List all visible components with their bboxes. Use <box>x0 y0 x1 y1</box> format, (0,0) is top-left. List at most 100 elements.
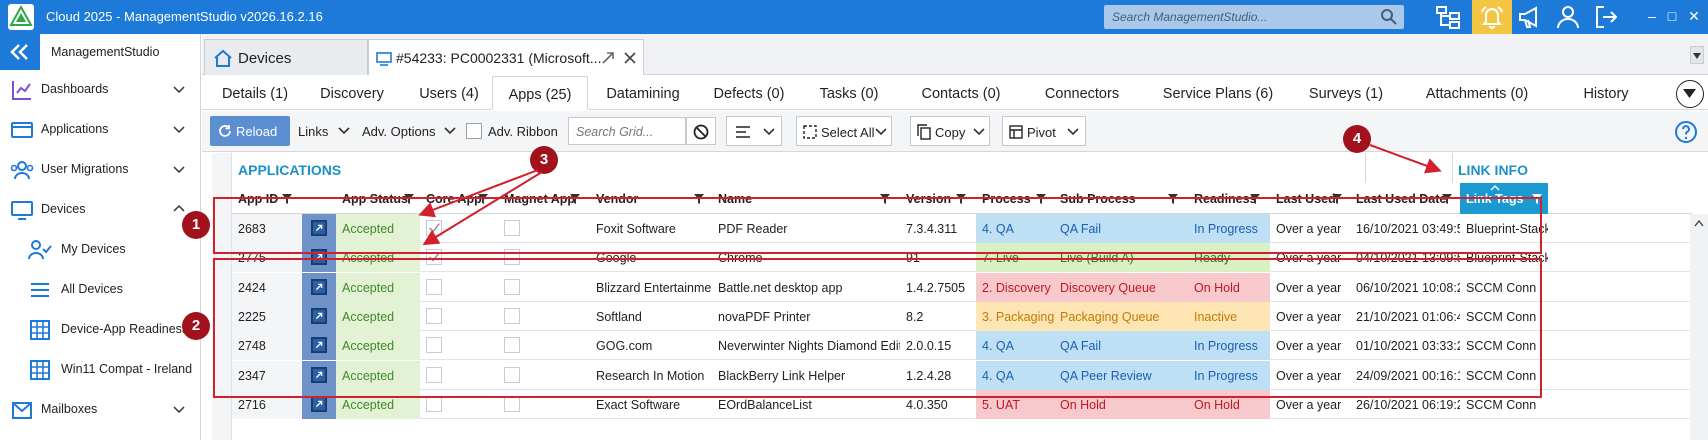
sidebar-item-label: Mailboxes <box>41 402 98 416</box>
chevron-down-icon <box>173 86 185 94</box>
clear-search-button[interactable] <box>686 117 716 145</box>
open-external-icon <box>311 395 327 412</box>
magnet-app-checkbox[interactable] <box>504 395 520 412</box>
dashboards-icon <box>12 81 31 100</box>
tab-service-plans[interactable]: Service Plans (6) <box>1148 76 1288 110</box>
chevron-up-icon <box>173 204 185 212</box>
column-group-row: APPLICATIONS LINK INFO <box>202 153 1708 183</box>
home-icon <box>214 49 232 67</box>
sidebar-collapse-button[interactable] <box>0 34 40 70</box>
logout-icon[interactable] <box>1592 3 1620 31</box>
cell-text: 26/10/2021 06:19:27 <box>1356 397 1460 412</box>
users-icon <box>10 161 34 180</box>
group-divider <box>1452 153 1453 183</box>
devices-icon <box>11 201 33 220</box>
sidebar-item-devices[interactable]: Devices <box>0 190 201 230</box>
user-icon[interactable] <box>1554 3 1582 31</box>
tab-defects[interactable]: Defects (0) <box>700 76 798 110</box>
doc-tab-devices[interactable]: Devices <box>204 39 368 75</box>
sidebar-item-win11-compat-ireland[interactable]: Win11 Compat - Ireland <box>0 350 201 390</box>
close-tab-icon[interactable] <box>623 51 637 65</box>
links-dropdown[interactable]: Links <box>298 116 354 146</box>
cell-text: On Hold <box>1060 397 1106 412</box>
sidebar-item-label: Win11 Compat - Ireland <box>61 362 193 376</box>
title-bar: Cloud 2025 - ManagementStudio v2026.16.2… <box>0 0 1708 34</box>
tab-connectors[interactable]: Connectors <box>1026 76 1138 110</box>
adv-options-dropdown[interactable]: Adv. Options <box>362 116 458 146</box>
close-icon[interactable]: ✕ <box>1686 8 1702 24</box>
global-search-placeholder: Search ManagementStudio... <box>1112 10 1268 24</box>
hierarchy-icon[interactable] <box>1434 3 1462 31</box>
align-left-icon <box>736 126 750 138</box>
copy-label: Copy <box>935 125 966 140</box>
cell-text: Accepted <box>342 397 395 412</box>
sidebar-item-label: Dashboards <box>41 82 109 96</box>
sidebar-item-mailboxes[interactable]: Mailboxes <box>0 390 201 430</box>
copy-button[interactable]: Copy <box>910 116 990 146</box>
sort-ascending-icon <box>1490 185 1500 191</box>
search-icon[interactable] <box>1380 8 1398 26</box>
doc-tab-label: #54233: PC0002331 (Microsoft... <box>396 50 602 66</box>
chevron-down-icon <box>173 406 185 414</box>
row-height-dropdown[interactable] <box>726 116 782 146</box>
section-tabs: Details (1) Discovery Users (4) Apps (25… <box>202 76 1708 110</box>
maximize-icon[interactable]: □ <box>1664 8 1680 24</box>
double-chevron-left-icon <box>10 44 28 60</box>
sidebar-header: ManagementStudio <box>0 34 201 70</box>
sidebar-item-label: Device-App Readiness <box>61 322 189 336</box>
notifications-button[interactable] <box>1472 0 1512 34</box>
window-title: Cloud 2025 - ManagementStudio v2026.16.2… <box>46 9 323 24</box>
tab-apps[interactable]: Apps (25) <box>492 76 588 110</box>
sidebar-item-label: User Migrations <box>41 162 129 176</box>
grid-search-input[interactable]: Search Grid... <box>568 117 686 145</box>
sidebar-item-label: Applications <box>41 122 109 136</box>
cell-text: 2716 <box>238 397 266 412</box>
annotation-marker-1: 1 <box>182 211 210 239</box>
refresh-icon <box>219 125 231 137</box>
adv-ribbon-toggle[interactable]: Adv. Ribbon <box>466 116 558 146</box>
sidebar-item-applications[interactable]: Applications <box>0 110 201 150</box>
tab-details[interactable]: Details (1) <box>210 76 300 110</box>
tab-users[interactable]: Users (4) <box>408 76 490 110</box>
sidebar-item-dashboards[interactable]: Dashboards <box>0 70 201 110</box>
device-icon <box>376 52 392 66</box>
doc-tab-device-record[interactable]: #54233: PC0002331 (Microsoft... <box>368 39 644 75</box>
adv-ribbon-label: Adv. Ribbon <box>488 124 558 139</box>
chevron-up-icon[interactable] <box>1694 220 1704 227</box>
cell-text: Over a year <box>1276 397 1342 412</box>
tabs-overflow-button[interactable] <box>1676 80 1704 108</box>
tab-attachments[interactable]: Attachments (0) <box>1406 76 1548 110</box>
tab-contacts[interactable]: Contacts (0) <box>904 76 1018 110</box>
minimize-icon[interactable]: – <box>1644 8 1660 24</box>
sidebar-item-all-devices[interactable]: All Devices <box>0 270 201 310</box>
group-applications: APPLICATIONS <box>238 162 342 178</box>
chevron-down-icon <box>1067 128 1079 136</box>
core-app-checkbox[interactable] <box>426 395 442 412</box>
tab-history[interactable]: History <box>1564 76 1648 110</box>
vertical-scrollbar[interactable] <box>1690 214 1708 440</box>
user-check-icon <box>28 240 52 260</box>
global-search-input[interactable]: Search ManagementStudio... <box>1104 5 1404 29</box>
popout-icon[interactable] <box>601 51 615 65</box>
tab-surveys[interactable]: Surveys (1) <box>1296 76 1396 110</box>
chevron-down-icon <box>338 127 350 135</box>
megaphone-icon[interactable] <box>1516 3 1544 31</box>
reload-button[interactable]: Reload <box>210 116 290 146</box>
sidebar-item-user-migrations[interactable]: User Migrations <box>0 150 201 190</box>
sidebar-item-device-app-readiness[interactable]: Device-App Readiness <box>0 310 201 350</box>
reload-label: Reload <box>236 124 278 139</box>
adv-ribbon-checkbox[interactable] <box>466 123 482 139</box>
links-label: Links <box>298 124 329 139</box>
caret-down-icon <box>1693 53 1701 59</box>
doc-tabs-dropdown-button[interactable] <box>1690 46 1704 64</box>
tab-tasks[interactable]: Tasks (0) <box>806 76 892 110</box>
tab-discovery[interactable]: Discovery <box>306 76 398 110</box>
sidebar-item-my-devices[interactable]: My Devices <box>0 230 201 270</box>
mailbox-icon <box>12 402 32 419</box>
annotation-box-1 <box>213 197 1542 254</box>
help-icon[interactable] <box>1674 120 1698 144</box>
chevron-down-icon <box>973 128 985 136</box>
pivot-button[interactable]: Pivot <box>1002 116 1086 146</box>
select-all-button[interactable]: Select All <box>796 116 892 146</box>
tab-datamining[interactable]: Datamining <box>594 76 692 110</box>
